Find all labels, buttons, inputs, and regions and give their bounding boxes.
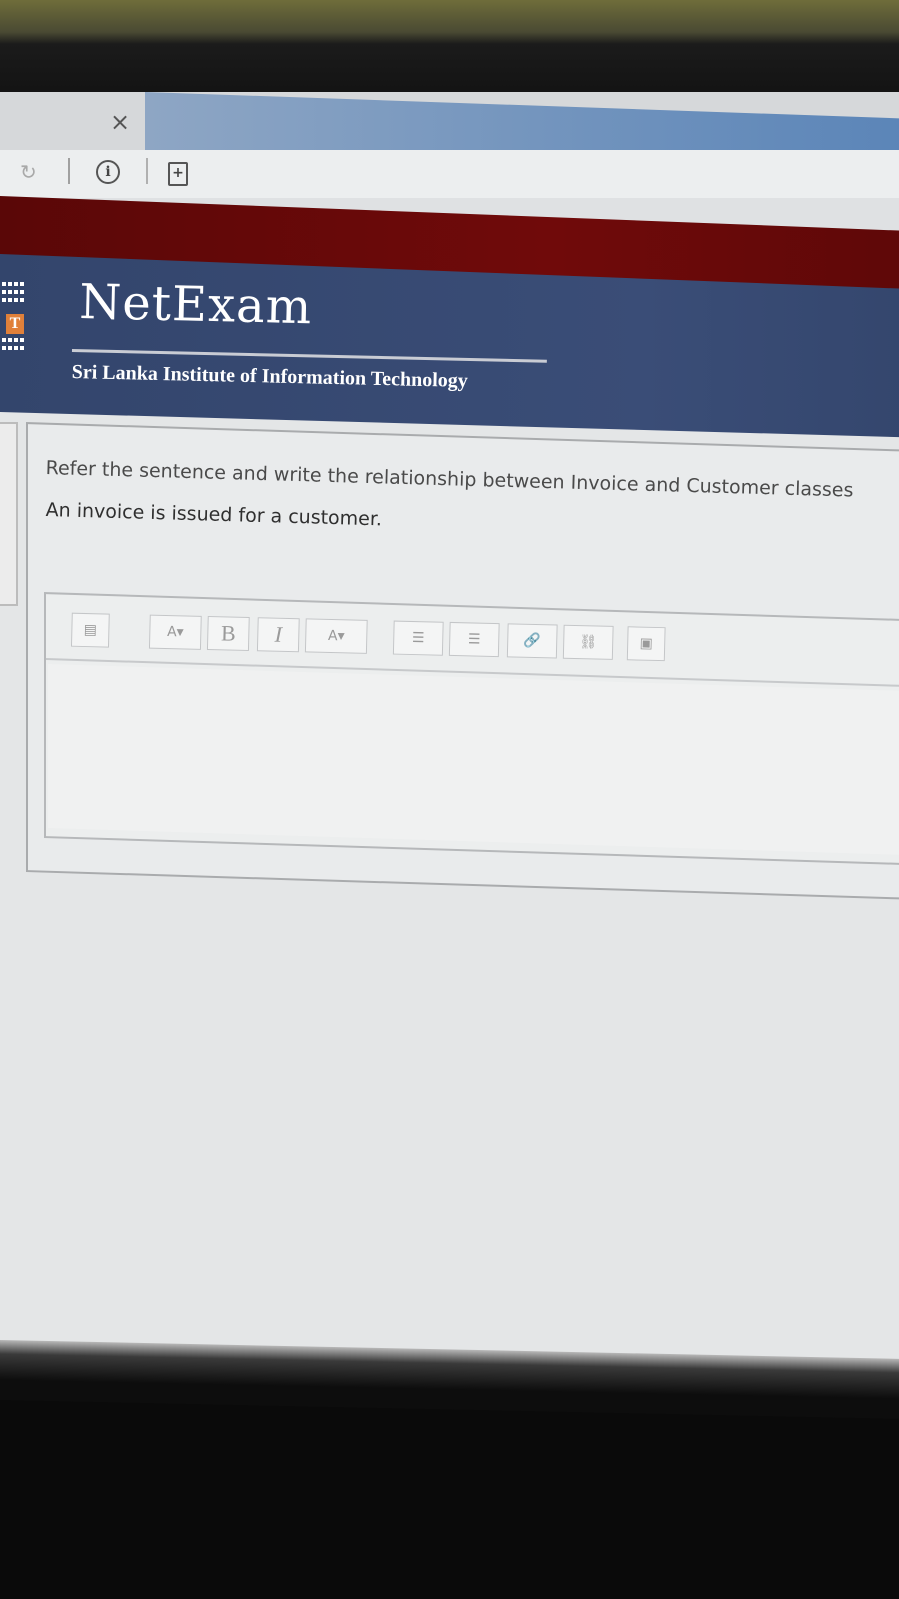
insert-image-button[interactable]: ▣ xyxy=(626,626,666,662)
font-color-icon: A▾ xyxy=(327,627,345,645)
italic-button[interactable]: I xyxy=(256,617,300,653)
bullet-list-icon: ☰ xyxy=(411,630,425,647)
toolbar-divider xyxy=(68,158,70,184)
insert-link-button[interactable]: 🔗 xyxy=(506,623,558,659)
font-color-button[interactable]: A▾ xyxy=(304,618,368,654)
close-icon[interactable]: × xyxy=(108,110,132,134)
paragraph-style-icon: A▾ xyxy=(166,624,184,641)
italic-icon: I xyxy=(274,621,283,647)
link-icon: 🔗 xyxy=(523,632,542,650)
bold-button[interactable]: B xyxy=(206,616,250,652)
paragraph-style-button[interactable]: A▾ xyxy=(148,614,202,650)
bullet-list-button[interactable]: ☰ xyxy=(392,620,444,656)
page-add-icon[interactable]: + xyxy=(168,162,188,186)
numbered-list-button[interactable]: ☰ xyxy=(448,621,500,658)
unlink-icon: ⛓ xyxy=(579,634,598,651)
toolbar-toggle-button[interactable]: ▤ xyxy=(70,612,110,648)
address-bar[interactable] xyxy=(0,150,899,198)
info-icon[interactable]: i xyxy=(96,160,120,184)
browser-window: × ↻ i + T NetExam Sri Lanka Institute of… xyxy=(0,92,899,1382)
bold-icon: B xyxy=(220,620,236,646)
numbered-list-icon: ☰ xyxy=(467,631,481,648)
side-panel xyxy=(0,422,18,606)
brand-title: NetExam xyxy=(78,274,313,336)
keyboard-icon: ▤ xyxy=(83,621,98,639)
answer-text-area[interactable] xyxy=(48,664,899,856)
logo-letter: T xyxy=(6,314,24,334)
reload-icon[interactable]: ↻ xyxy=(20,162,40,182)
unlink-button[interactable]: ⛓ xyxy=(562,624,614,660)
image-icon: ▣ xyxy=(639,635,654,652)
toolbar-divider xyxy=(146,158,148,184)
